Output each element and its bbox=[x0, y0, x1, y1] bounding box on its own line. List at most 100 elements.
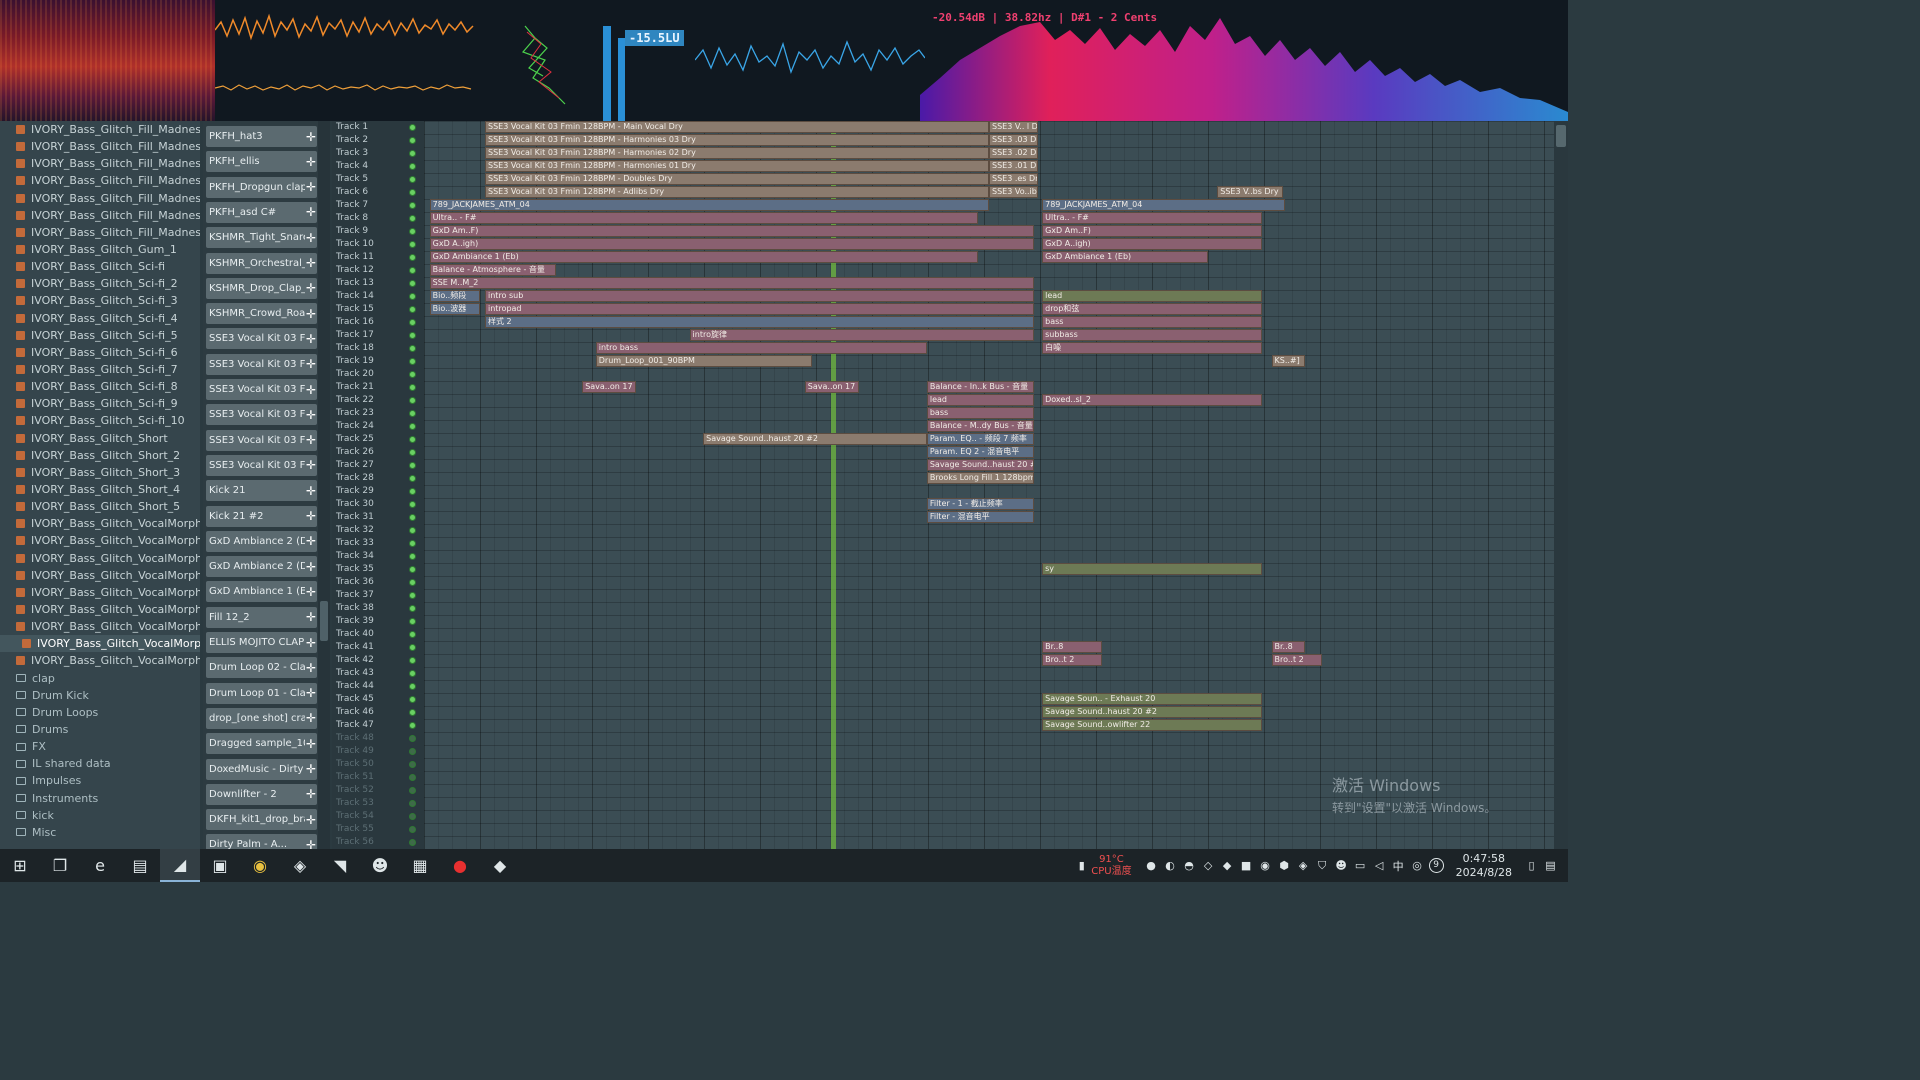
browser-item[interactable]: IVORY_Bass_Glitch_Sci-fi bbox=[0, 258, 200, 275]
track-header[interactable]: Track 48 bbox=[332, 732, 424, 745]
channel-add-icon[interactable]: ✛ bbox=[305, 357, 317, 371]
track-mute-led[interactable] bbox=[409, 436, 416, 443]
playlist-clip[interactable]: bass bbox=[1042, 316, 1263, 328]
notification-badge[interactable]: 9 bbox=[1428, 858, 1444, 873]
browser-folder[interactable]: Drum Loops bbox=[0, 704, 200, 721]
track-header[interactable]: Track 47 bbox=[332, 719, 424, 732]
tray-app-icon[interactable]: ◆ bbox=[1218, 859, 1237, 872]
playlist-scrollbar[interactable] bbox=[1554, 121, 1568, 849]
track-mute-led[interactable] bbox=[409, 683, 416, 690]
track-header[interactable]: Track 33 bbox=[332, 537, 424, 550]
windows-start-icon[interactable]: ⊞ bbox=[0, 849, 40, 882]
track-header[interactable]: Track 43 bbox=[332, 667, 424, 680]
channel-add-icon[interactable]: ✛ bbox=[305, 307, 317, 321]
playlist-clip[interactable]: intro sub bbox=[485, 290, 1035, 302]
playlist-grid[interactable]: SSE3 Vocal Kit 03 Fmin 128BPM - Main Voc… bbox=[424, 121, 1568, 849]
track-mute-led[interactable] bbox=[409, 761, 416, 768]
browser-item[interactable]: IVORY_Bass_Glitch_Sci-fi_8 bbox=[0, 378, 200, 395]
channel-add-icon[interactable]: ✛ bbox=[305, 231, 317, 245]
track-mute-led[interactable] bbox=[409, 748, 416, 755]
playlist-clip[interactable]: Savage Sound..haust 20 #2 bbox=[703, 433, 927, 445]
playlist-clip[interactable]: SSE3 Vocal Kit 03 Fmin 128BPM - Adlibs D… bbox=[485, 186, 989, 198]
playlist-clip[interactable]: Balance - In..k Bus - 音量 bbox=[926, 381, 1035, 393]
fl-studio-icon[interactable]: ◆ bbox=[480, 849, 520, 882]
track-header[interactable]: Track 40 bbox=[332, 628, 424, 641]
playlist-clip[interactable]: SSE3 Vocal Kit 03 Fmin 128BPM - Harmonie… bbox=[485, 160, 989, 172]
track-header[interactable]: Track 4 bbox=[332, 160, 424, 173]
browser-item[interactable]: IVORY_Bass_Glitch_Fill_Madness - 12 bbox=[0, 190, 200, 207]
track-mute-led[interactable] bbox=[409, 462, 416, 469]
track-header[interactable]: Track 36 bbox=[332, 576, 424, 589]
track-mute-led[interactable] bbox=[409, 137, 416, 144]
channel-add-icon[interactable]: ✛ bbox=[305, 661, 317, 675]
browser-item[interactable]: IVORY_Bass_Glitch_Fill_Madness - 9 bbox=[0, 138, 200, 155]
scrollbar-thumb[interactable] bbox=[1556, 125, 1566, 147]
browser-folder[interactable]: FX bbox=[0, 738, 200, 755]
scrollbar-thumb[interactable] bbox=[320, 601, 328, 641]
tray-app-icon[interactable]: ☻ bbox=[1332, 859, 1351, 872]
track-header[interactable]: Track 25 bbox=[332, 433, 424, 446]
track-header[interactable]: Track 35 bbox=[332, 563, 424, 576]
channel-button[interactable]: PKFH_Dropgun clap ✛ bbox=[206, 176, 317, 198]
track-header[interactable]: Track 44 bbox=[332, 680, 424, 693]
track-mute-led[interactable] bbox=[409, 618, 416, 625]
browser-item[interactable]: IVORY_Bass_Glitch_Short_4 bbox=[0, 481, 200, 498]
playlist-clip[interactable]: Filter - 1 - 截止频率 bbox=[926, 498, 1035, 510]
track-mute-led[interactable] bbox=[409, 163, 416, 170]
track-header[interactable]: Track 9 bbox=[332, 225, 424, 238]
channel-button[interactable]: Fill 12_2 ✛ bbox=[206, 606, 317, 628]
track-mute-led[interactable] bbox=[409, 449, 416, 456]
battery-icon[interactable]: ▮ bbox=[1072, 859, 1091, 872]
tray-app-icon[interactable]: ● bbox=[1142, 859, 1161, 872]
track-header[interactable]: Track 15 bbox=[332, 303, 424, 316]
playlist-clip[interactable]: GxD Ambiance 1 (Eb) bbox=[429, 251, 978, 263]
track-mute-led[interactable] bbox=[409, 254, 416, 261]
playlist-clip[interactable]: SSE3 V.. l Dry bbox=[989, 121, 1038, 133]
channel-add-icon[interactable]: ✛ bbox=[305, 560, 317, 574]
playlist-clip[interactable]: Balance - Atmosphere - 音量 bbox=[429, 264, 557, 276]
track-header[interactable]: Track 45 bbox=[332, 693, 424, 706]
track-header[interactable]: Track 56 bbox=[332, 836, 424, 849]
browser-item[interactable]: IVORY_Bass_Glitch_Sci-fi_6 bbox=[0, 344, 200, 361]
track-header[interactable]: Track 17 bbox=[332, 329, 424, 342]
browser-item[interactable]: IVORY_Bass_Glitch_Sci-fi_9 bbox=[0, 395, 200, 412]
playlist-clip[interactable]: SSE3 .02 Dry bbox=[989, 147, 1038, 159]
channel-add-icon[interactable]: ✛ bbox=[305, 762, 317, 776]
playlist-clip[interactable]: Ultra.. - F# bbox=[429, 212, 978, 224]
action-center-icon[interactable]: ▤ bbox=[1541, 859, 1560, 872]
track-header[interactable]: Track 10 bbox=[332, 238, 424, 251]
track-mute-led[interactable] bbox=[409, 527, 416, 534]
channel-button[interactable]: GxD Ambiance 2 (D 6...✛ bbox=[206, 530, 317, 552]
track-header[interactable]: Track 1 bbox=[332, 121, 424, 134]
playlist-clip[interactable]: SSE3 V..bs Dry bbox=[1217, 186, 1283, 198]
track-mute-led[interactable] bbox=[409, 345, 416, 352]
playlist-clip[interactable]: sy bbox=[1042, 563, 1263, 575]
playlist-clip[interactable]: Doxed..sl_2 bbox=[1042, 394, 1263, 406]
channel-button[interactable]: SSE3 Vocal Kit 03 Fmi...✛ bbox=[206, 429, 317, 451]
track-header[interactable]: Track 28 bbox=[332, 472, 424, 485]
browser-item[interactable]: IVORY_Bass_Glitch_Fill_Madness - 10 bbox=[0, 155, 200, 172]
track-mute-led[interactable] bbox=[409, 579, 416, 586]
playlist-clip[interactable]: Bio..波器 bbox=[429, 303, 481, 315]
track-mute-led[interactable] bbox=[409, 280, 416, 287]
track-header[interactable]: Track 18 bbox=[332, 342, 424, 355]
edge-icon[interactable]: e bbox=[80, 849, 120, 882]
tray-app-icon[interactable]: ◎ bbox=[1408, 859, 1427, 872]
channel-button[interactable]: KSHMR_Orchestral_C...✛ bbox=[206, 252, 317, 274]
playlist-clip[interactable]: Savage Sound..haust 20 #2 bbox=[926, 459, 1035, 471]
track-header[interactable]: Track 41 bbox=[332, 641, 424, 654]
track-header[interactable]: Track 2 bbox=[332, 134, 424, 147]
track-mute-led[interactable] bbox=[409, 397, 416, 404]
playlist-clip[interactable]: Ultra.. - F# bbox=[1042, 212, 1263, 224]
channel-button[interactable]: KSHMR_Tight_Snare_...✛ bbox=[206, 227, 317, 249]
browser-item[interactable]: IVORY_Bass_Glitch_VocalMorph - 7 bbox=[0, 618, 200, 635]
channel-button[interactable]: SSE3 Vocal Kit 03 Fmi...✛ bbox=[206, 353, 317, 375]
browser-folder[interactable]: kick bbox=[0, 807, 200, 824]
channel-button[interactable]: PKFH_hat3 ✛ bbox=[206, 126, 317, 147]
playlist-clip[interactable]: subbass bbox=[1042, 329, 1263, 341]
channel-button[interactable]: SSE3 Vocal Kit 03 Fmi...✛ bbox=[206, 379, 317, 400]
channel-button[interactable]: drop_[one shot] crash✛ bbox=[206, 707, 317, 729]
tray-app-icon[interactable]: ◓ bbox=[1180, 859, 1199, 872]
track-header[interactable]: Track 32 bbox=[332, 524, 424, 537]
task-view-icon[interactable]: ❐ bbox=[40, 849, 80, 882]
